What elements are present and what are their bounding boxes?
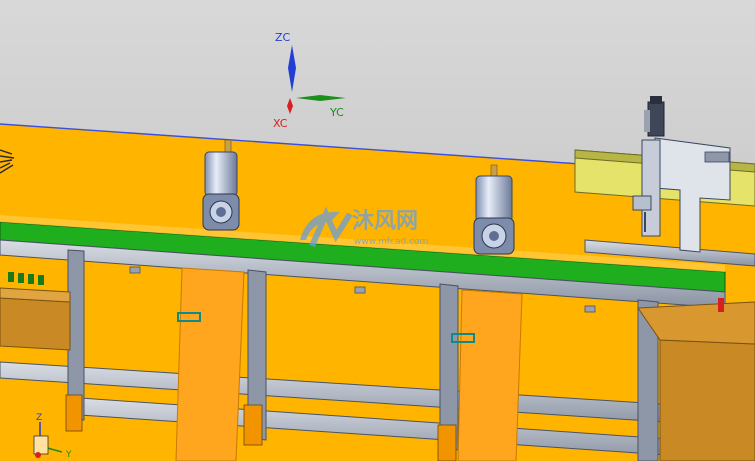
support-panel-left: [175, 267, 245, 461]
belt-end-marker: [718, 298, 724, 312]
yc-label: YC: [329, 106, 344, 119]
carton-left: [0, 297, 71, 351]
zc-label: ZC: [275, 31, 291, 44]
xc-label: XC: [273, 117, 288, 130]
watermark-title: 沐风网: [352, 209, 418, 234]
view-triad-y-label: Y: [65, 450, 72, 460]
model-scene[interactable]: 沐风网 www.mfcad.com ZC YC XC Z Y: [0, 0, 755, 461]
carton-right: [659, 339, 755, 461]
cad-viewport[interactable]: 沐风网 www.mfcad.com ZC YC XC Z Y: [0, 0, 755, 461]
watermark-url: www.mfcad.com: [354, 237, 428, 247]
servo-motor-right[interactable]: [473, 164, 515, 255]
view-triad-z-label: Z: [36, 413, 42, 423]
servo-motor-left[interactable]: [202, 139, 240, 231]
support-panel-right: [457, 289, 523, 461]
